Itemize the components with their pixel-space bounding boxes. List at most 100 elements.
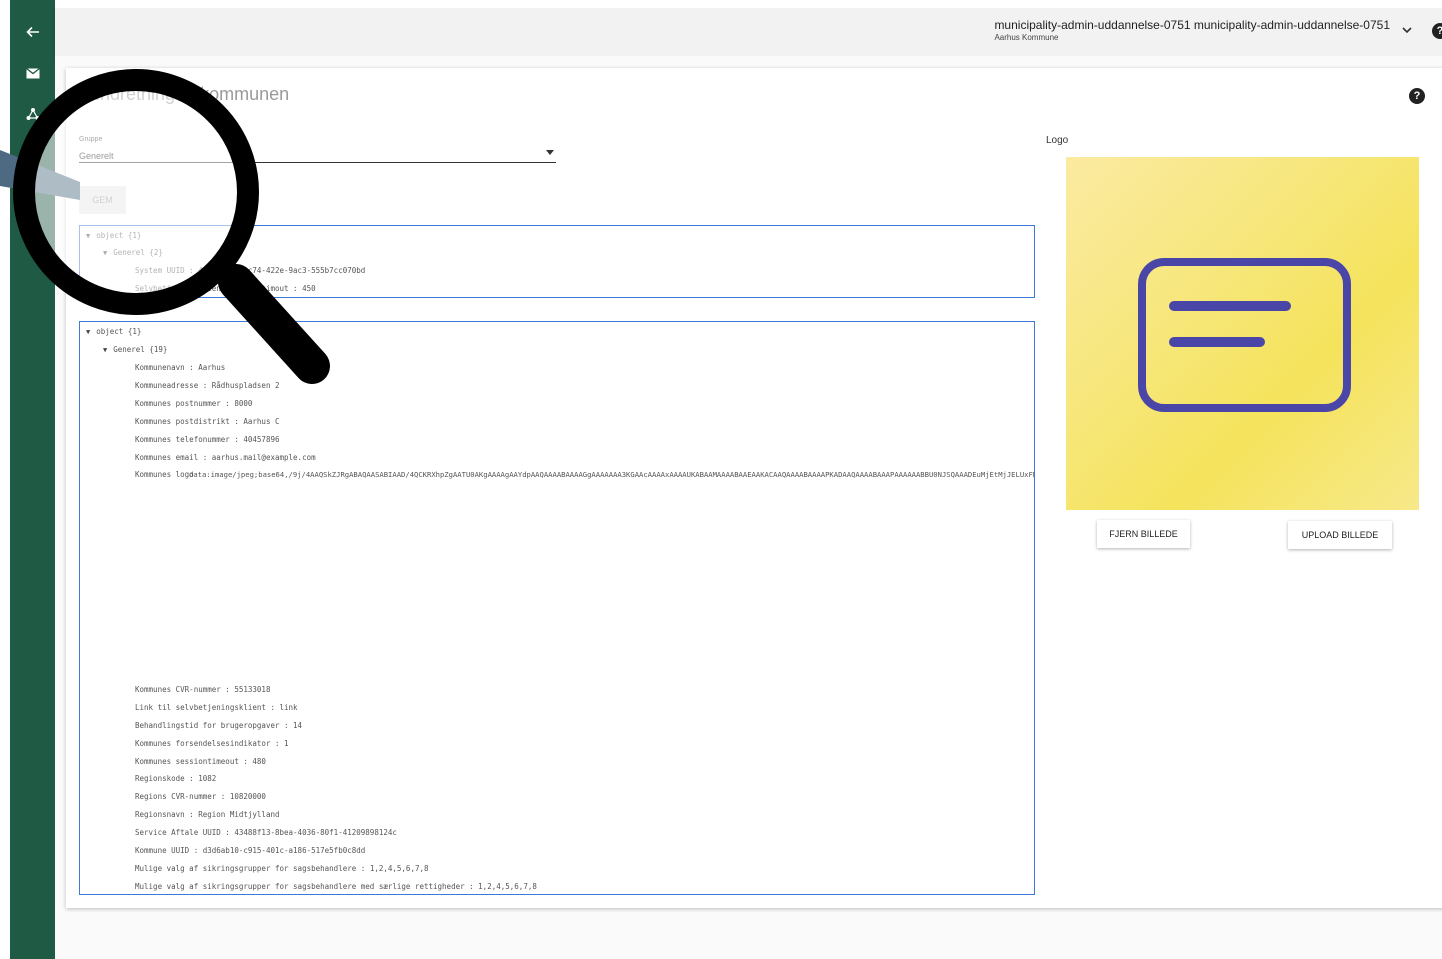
json-value: Region Midtjylland [198, 810, 280, 819]
json-value: Aarhus C [243, 417, 280, 426]
json-row: Kommunes forsendelsesindikator : 1 [135, 739, 289, 748]
json-group-node[interactable]: ▼ Generel {2} [103, 248, 163, 257]
json-row: Kommunenavn : Aarhus [135, 363, 226, 372]
json-value: 450 [302, 284, 316, 293]
json-value: link [279, 703, 298, 712]
expand-triangle-icon[interactable]: ▼ [103, 249, 107, 257]
json-row: Link til selvbetjeningsklient : link [135, 703, 298, 712]
user-name: municipality-admin-uddannelse-0751 munic… [994, 18, 1390, 32]
json-value: 10820000 [229, 792, 266, 801]
json-value: aarhus.mail@example.com [211, 453, 316, 462]
json-value: 14 [293, 721, 303, 730]
json-key: Kommune UUID [135, 846, 190, 855]
json-value: 43488f13-8bea-4036-80f1-41209898124c [234, 828, 397, 837]
dropdown-arrow-icon[interactable] [546, 148, 554, 157]
json-value: 48c2e6cdb-cc74-422e-9ac3-555b7cc070bd [198, 266, 366, 275]
json-value: 40457896 [243, 435, 280, 444]
json-row: System UUID : 48c2e6cdb-cc74-422e-9ac3-5… [135, 266, 366, 275]
top-bar: municipality-admin-uddannelse-0751 munic… [55, 8, 1442, 56]
page-title: Indretning af kommunen [95, 84, 290, 104]
json-key-logo: Kommunes logo [135, 470, 194, 479]
logo-label: Logo [1046, 135, 1069, 146]
expand-triangle-icon[interactable]: ▼ [86, 232, 90, 240]
logo-image [1066, 157, 1419, 510]
network-icon[interactable] [10, 99, 55, 129]
json-key: Behandlingstid for brugeropgaver [135, 721, 280, 730]
json-row: Mulige valg af sikringsgrupper for sagsb… [135, 882, 537, 891]
json-row: Kommune UUID : d3d6ab10-c915-401c-a186-5… [135, 846, 366, 855]
json-row: Kommunes telefonummer : 40457896 [135, 435, 280, 444]
json-root-node[interactable]: ▼ object {1} [86, 231, 141, 240]
help-icon[interactable]: ? [1432, 23, 1442, 39]
json-value-logo: data:image/jpeg;base64,/9j/4AAQSkZJRgABA… [189, 470, 1034, 479]
expand-triangle-icon[interactable]: ▼ [103, 346, 107, 354]
json-key: Service Aftale UUID [135, 828, 221, 837]
json-row: Behandlingstid for brugeropgaver : 14 [135, 721, 303, 730]
json-group-node[interactable]: ▼ Generel {19} [103, 345, 167, 354]
app: municipality-admin-uddannelse-0751 munic… [0, 0, 1442, 959]
json-key: Kommunes forsendelsesindikator [135, 739, 271, 748]
json-key: System UUID [135, 266, 185, 275]
user-menu[interactable]: municipality-admin-uddannelse-0751 munic… [994, 18, 1390, 42]
group-select[interactable]: Generelt [79, 146, 556, 163]
json-root-node[interactable]: ▼ object {1} [86, 327, 141, 336]
json-row: Kommunes sessiontimeout : 480 [135, 757, 266, 766]
json-value: Rådhuspladsen 2 [211, 381, 280, 390]
json-value: 8000 [234, 399, 253, 408]
json-key: Kommunes email [135, 453, 199, 462]
json-row: Selvbetjeningsklient sessiontimout : 450 [135, 284, 316, 293]
json-row: Mulige valg af sikringsgrupper for sagsb… [135, 864, 429, 873]
json-row: Kommunes postdistrikt : Aarhus C [135, 417, 280, 426]
json-key: Kommuneadresse [135, 381, 199, 390]
json-value: d3d6ab10-c915-401c-a186-517e5fb0c8dd [202, 846, 366, 855]
json-key: Kommunes CVR-nummer [135, 685, 221, 694]
save-button[interactable]: GEM [79, 186, 126, 214]
json-key: Regionskode [135, 774, 185, 783]
json-value: 1082 [198, 774, 217, 783]
json-key: Kommunes sessiontimeout [135, 757, 239, 766]
json-root-label: object {1} [96, 231, 142, 240]
json-row: Kommuneadresse : Rådhuspladsen 2 [135, 381, 280, 390]
json-key: Kommunenavn [135, 363, 185, 372]
json-row: Regions CVR-nummer : 10820000 [135, 792, 266, 801]
json-row: Service Aftale UUID : 43488f13-8bea-4036… [135, 828, 397, 837]
card-message-icon [1138, 258, 1351, 412]
json-value: 1 [284, 739, 289, 748]
json-key: Regions CVR-nummer [135, 792, 217, 801]
arrow-left-icon[interactable] [10, 17, 55, 47]
json-value: 1,2,4,5,6,7,8 [369, 864, 429, 873]
expand-triangle-icon[interactable]: ▼ [86, 328, 90, 336]
upload-image-button[interactable]: UPLOAD BILLEDE [1288, 521, 1392, 549]
json-key: Link til selvbetjeningsklient [135, 703, 266, 712]
json-viewer-general: ▼ object {1} ▼ Generel {19} Kommunenavn : … [79, 321, 1035, 895]
json-row: Kommunes CVR-nummer : 55133018 [135, 685, 271, 694]
json-group-label: Generel {19} [113, 345, 168, 354]
json-value: 480 [252, 757, 266, 766]
json-key: Kommunes postdistrikt [135, 417, 230, 426]
remove-image-button[interactable]: FJERN BILLEDE [1097, 520, 1190, 548]
json-value: Aarhus [198, 363, 226, 372]
left-edge [0, 0, 10, 959]
group-select-label: Gruppe [79, 136, 103, 143]
json-group-label: Generel {2} [113, 248, 163, 257]
json-row: Regionskode : 1082 [135, 774, 217, 783]
json-value: 1,2,4,5,6,7,8 [478, 882, 537, 891]
json-key: Selvbetjeningsklient sessiontimout [135, 284, 289, 293]
json-value: 55133018 [234, 685, 271, 694]
group-select-value: Generelt [79, 151, 114, 161]
json-key: Mulige valg af sikringsgrupper for sagsb… [135, 882, 465, 891]
json-key: Kommunes telefonummer [135, 435, 230, 444]
chevron-down-icon[interactable] [1402, 26, 1412, 37]
json-row: Kommunes postnummer : 8000 [135, 399, 253, 408]
page-help-icon[interactable]: ? [1409, 88, 1425, 104]
json-row: Regionsnavn : Region Midtjylland [135, 810, 280, 819]
json-viewer-system: ▼ object {1} ▼ Generel {2} System UUID : 4… [79, 225, 1035, 298]
json-key: Kommunes postnummer [135, 399, 221, 408]
json-row: Kommunes email : aarhus.mail@example.com [135, 453, 316, 462]
user-organization: Aarhus Kommune [994, 33, 1059, 42]
mail-icon[interactable] [10, 58, 55, 88]
sidebar [10, 0, 55, 959]
json-key: Regionsnavn [135, 810, 185, 819]
json-root-label: object {1} [96, 327, 142, 336]
json-key: Mulige valg af sikringsgrupper for sagsb… [135, 864, 357, 873]
